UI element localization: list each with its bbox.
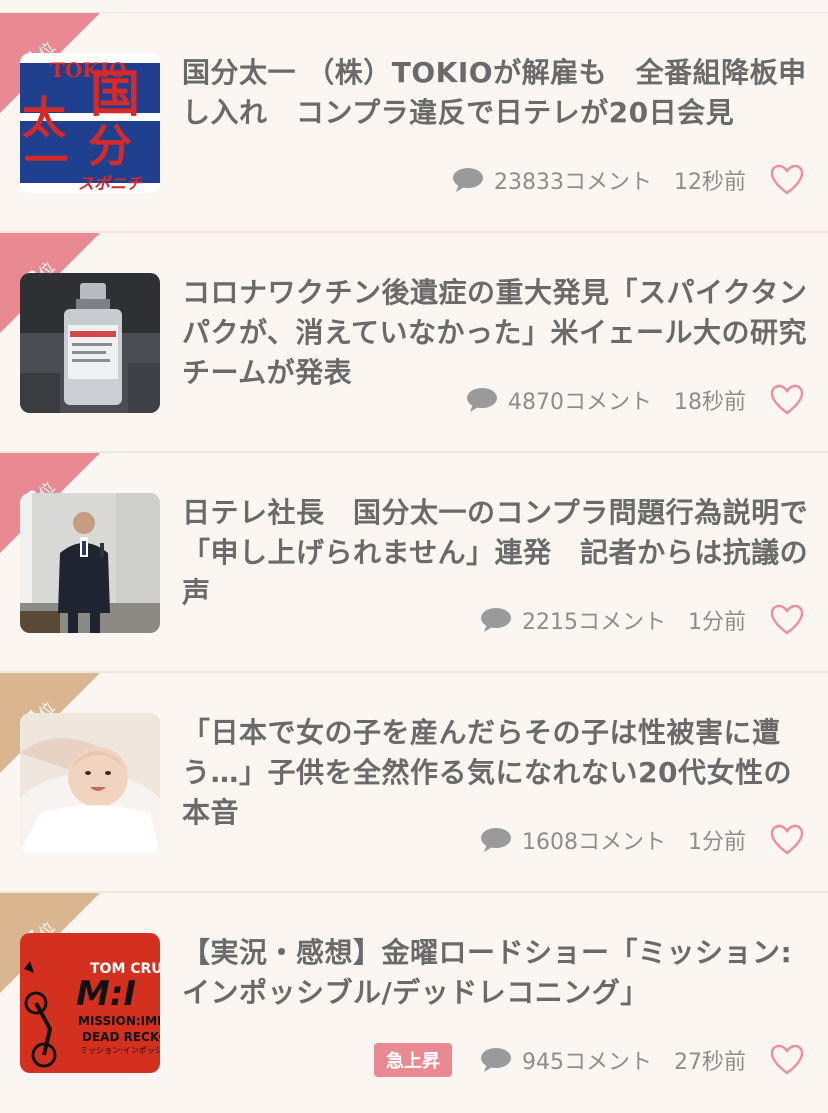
heart-icon[interactable]	[770, 824, 804, 856]
comment-count: 2215コメント	[522, 610, 666, 635]
comment-bubble-icon	[481, 608, 511, 632]
svg-text:スポニチ: スポニチ	[78, 174, 143, 193]
top-divider	[0, 0, 828, 13]
article-meta: 2215コメント 1分前	[480, 603, 804, 637]
article-thumbnail[interactable]	[20, 713, 160, 853]
comment-count: 945コメント	[522, 1050, 652, 1075]
comment-count: 4870コメント	[508, 390, 652, 415]
ranking-item[interactable]: 4位 「日本で女の子を産んだらその子は性被害に遭う…」子供を全然作る気になれない…	[0, 673, 828, 893]
comment-bubble-icon	[481, 828, 511, 852]
ranking-item[interactable]: 1位 TOKIO 国 太 分 一 スポニチ 国分太一 （株）TOKIOが解雇も …	[0, 13, 828, 233]
post-time: 1分前	[688, 610, 746, 635]
post-time: 1分前	[688, 830, 746, 855]
article-meta: 1608コメント 1分前	[480, 823, 804, 857]
article-title[interactable]: 「日本で女の子を産んだらその子は性被害に遭う…」子供を全然作る気になれない20代…	[182, 713, 812, 833]
article-thumbnail[interactable]: TOKIO 国 太 分 一 スポニチ	[20, 53, 160, 193]
heart-icon[interactable]	[770, 384, 804, 416]
ranking-item[interactable]: 3位 日テレ社長 国分太一のコンプラ問題行為説明で「申し上げられません」連発 記…	[0, 453, 828, 673]
heart-icon[interactable]	[770, 1044, 804, 1076]
thumbnail-image	[20, 273, 160, 413]
ranking-item[interactable]: 2位 コロナワクチン後遺症の重大発見「スパイクタンパクが、消えていなかった」米イ…	[0, 233, 828, 453]
thumbnail-image	[20, 493, 160, 633]
article-title[interactable]: コロナワクチン後遺症の重大発見「スパイクタンパクが、消えていなかった」米イェール…	[182, 273, 812, 393]
heart-icon[interactable]	[770, 604, 804, 636]
article-meta: 4870コメント 18秒前	[466, 383, 804, 417]
thumbnail-image	[20, 713, 160, 853]
svg-text:MISSION:IMPO: MISSION:IMPO	[78, 1014, 160, 1028]
article-thumbnail[interactable]: TOM CRU M:I MISSION:IMPO DEAD RECKO ミッショ…	[20, 933, 160, 1073]
post-time: 12秒前	[674, 170, 746, 195]
comment-count: 1608コメント	[522, 830, 666, 855]
article-meta: 23833コメント 12秒前	[452, 163, 804, 197]
svg-text:国: 国	[90, 65, 140, 123]
trending-badge: 急上昇	[374, 1043, 452, 1077]
svg-text:一: 一	[24, 135, 68, 186]
thumbnail-image: TOM CRU M:I MISSION:IMPO DEAD RECKO ミッショ…	[20, 933, 160, 1073]
article-thumbnail[interactable]	[20, 273, 160, 413]
article-title[interactable]: 【実況・感想】金曜ロードショー「ミッション:インポッシブル/デッドレコニング」	[182, 933, 812, 1013]
post-time: 27秒前	[674, 1050, 746, 1075]
svg-text:ミッション:インポッシブル: ミッション:インポッシブル	[80, 1045, 160, 1055]
post-time: 18秒前	[674, 390, 746, 415]
heart-icon[interactable]	[770, 164, 804, 196]
comment-bubble-icon	[481, 1048, 511, 1072]
svg-text:DEAD RECKO: DEAD RECKO	[82, 1030, 160, 1044]
svg-text:分: 分	[88, 121, 132, 172]
ranking-list: 1位 TOKIO 国 太 分 一 スポニチ 国分太一 （株）TOKIOが解雇も …	[0, 0, 828, 1113]
ranking-item[interactable]: 5位 TOM CRU M:I MISSION:IMPO DEAD RECKO ミ…	[0, 893, 828, 1113]
article-meta: 急上昇 945コメント 27秒前	[374, 1043, 804, 1077]
comment-count: 23833コメント	[494, 170, 652, 195]
article-title[interactable]: 日テレ社長 国分太一のコンプラ問題行為説明で「申し上げられません」連発 記者から…	[182, 493, 812, 613]
comment-bubble-icon	[467, 388, 497, 412]
article-title[interactable]: 国分太一 （株）TOKIOが解雇も 全番組降板申し入れ コンプラ違反で日テレが2…	[182, 53, 812, 133]
thumbnail-image: TOKIO 国 太 分 一 スポニチ	[20, 53, 160, 193]
comment-bubble-icon	[453, 168, 483, 192]
svg-text:M:I: M:I	[76, 974, 136, 1014]
article-thumbnail[interactable]	[20, 493, 160, 633]
